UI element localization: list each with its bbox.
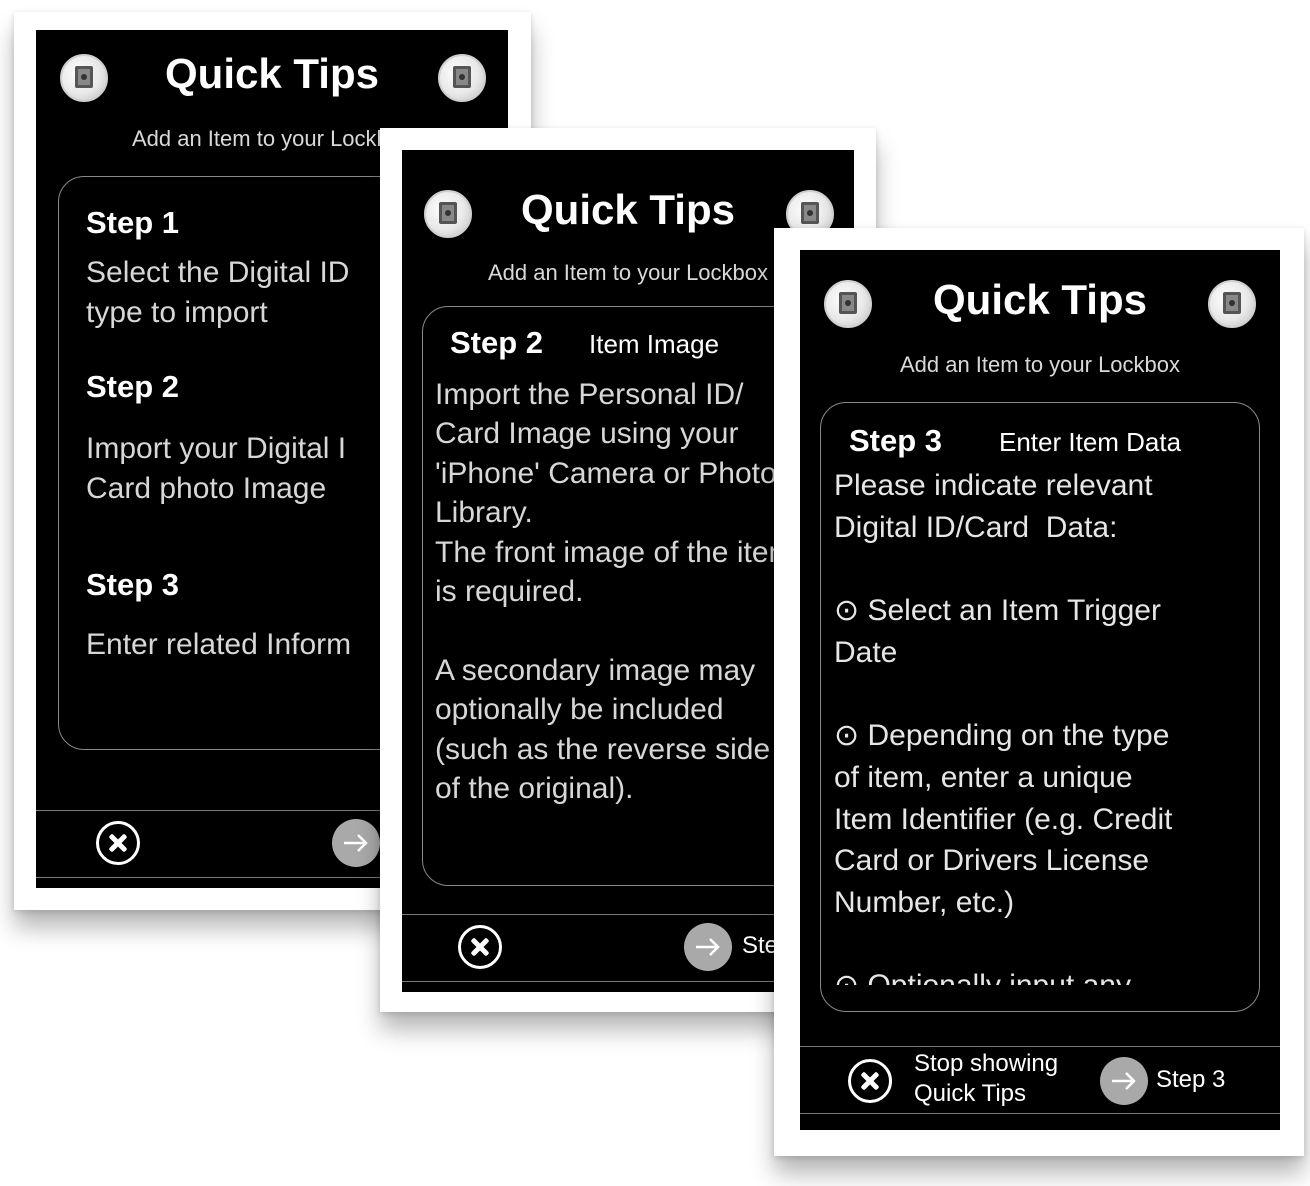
step-subheading: Enter Item Data <box>999 427 1182 457</box>
next-step-button[interactable] <box>1100 1057 1148 1105</box>
footer-bar: Stop showing Quick Tips Step 3 <box>800 1046 1280 1114</box>
screenshot-card-3: Quick Tips Add an Item to your Lockbox S… <box>774 228 1304 1156</box>
step-text: Import the Personal ID/ Card Image using… <box>435 378 794 806</box>
next-step-button[interactable] <box>332 819 380 867</box>
lockbox-logo-icon <box>1208 280 1256 328</box>
step-heading: Step 3 <box>86 567 180 602</box>
quick-tips-screen-3: Quick Tips Add an Item to your Lockbox S… <box>800 250 1280 1130</box>
step-heading: Step 1 <box>86 205 180 240</box>
step-text: Enter related Inform <box>86 628 352 661</box>
page-subtitle: Add an Item to your Lockbox <box>899 352 1181 377</box>
step-heading: Step 3 <box>849 423 943 458</box>
tips-panel[interactable]: Step 3 Enter Item Data Please indicate r… <box>820 402 1260 1012</box>
next-step-button[interactable] <box>684 923 732 971</box>
stop-showing-label[interactable]: Stop showing Quick Tips <box>914 1049 1058 1109</box>
step-subheading: Item Image <box>589 329 720 359</box>
step-text: Select the Digital ID type to import <box>86 256 350 329</box>
step-text: Import your Digital I Card photo Image <box>86 432 347 505</box>
close-icon[interactable] <box>458 925 502 969</box>
lockbox-logo-icon <box>438 54 486 102</box>
close-icon[interactable] <box>96 821 140 865</box>
step-heading: Step 2 <box>86 369 180 404</box>
close-icon[interactable] <box>848 1059 892 1103</box>
page-title: Quick Tips <box>165 50 379 97</box>
step-heading: Step 2 <box>450 325 544 360</box>
step-text: Please indicate relevant Digital ID/Card… <box>834 469 1173 985</box>
next-step-label[interactable]: Step 3 <box>1156 1065 1225 1095</box>
